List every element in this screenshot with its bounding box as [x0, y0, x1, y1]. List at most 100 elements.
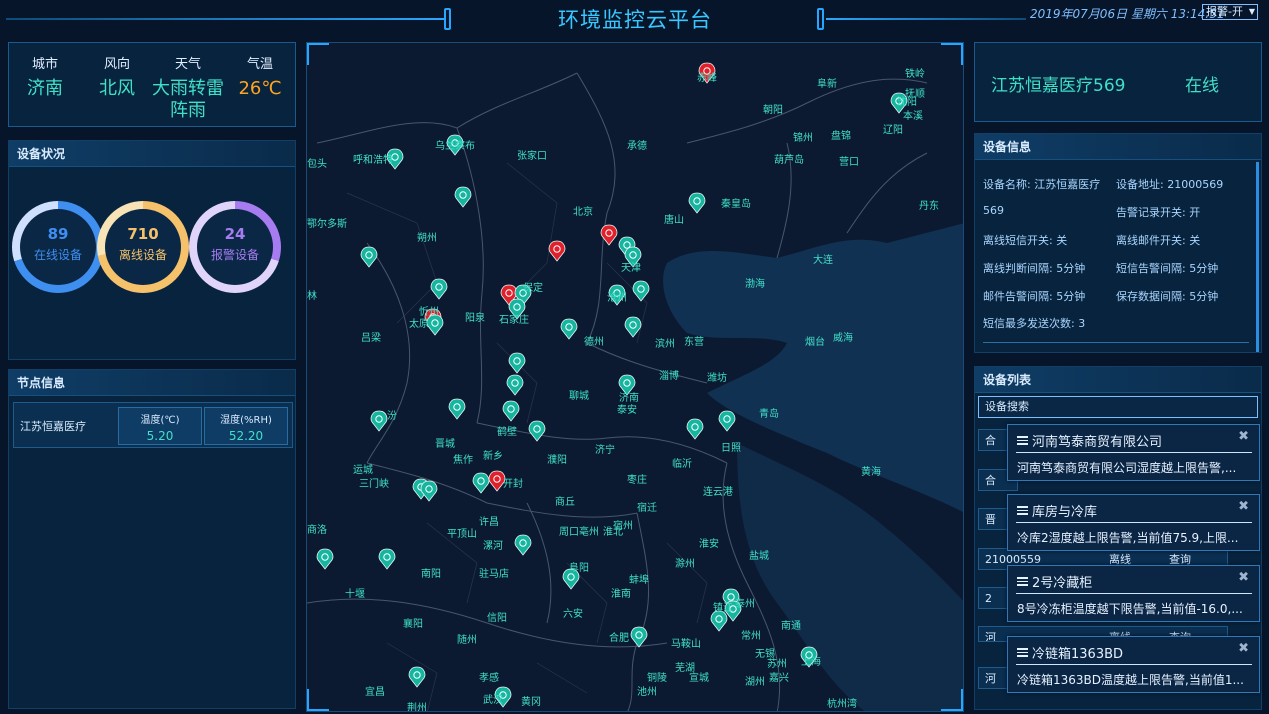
city-label: 商洛 [307, 525, 327, 536]
wind-label: 风向 [103, 57, 130, 72]
city-label: 鄂尔多斯 [307, 219, 347, 230]
device-location-marker-icon[interactable] [430, 278, 448, 300]
city-label: 开封 [503, 479, 523, 490]
header-line-left [6, 18, 446, 20]
device-location-marker-icon[interactable] [624, 316, 642, 338]
device-location-marker-icon[interactable] [560, 318, 578, 340]
alarm-switch-select[interactable]: 报警-开 ▼ [1202, 4, 1258, 20]
device-location-marker-icon[interactable] [360, 246, 378, 268]
city-label: 烟台 [805, 337, 825, 348]
device-location-marker-icon[interactable] [632, 280, 650, 302]
device-state: 在线 [1185, 76, 1219, 96]
alarm-notification[interactable]: 河南笃泰商贸有限公司 ✖ 河南笃泰商贸有限公司湿度越上限告警,... [1007, 424, 1260, 481]
device-location-marker-icon[interactable] [718, 410, 736, 432]
marker-pin [514, 534, 532, 556]
city-label: 宿迁 [637, 503, 657, 514]
notification-title: 2号冷藏柜 [1017, 572, 1092, 591]
city-label: 六安 [563, 609, 583, 620]
info-offline-sms: 离线短信开关: 关 [983, 234, 1068, 247]
online-ring-center: 89 在线设备 [20, 209, 96, 285]
offline-label: 离线设备 [118, 248, 167, 262]
device-location-marker-icon[interactable] [686, 418, 704, 440]
city-label: 滨州 [655, 339, 675, 350]
device-location-marker-icon[interactable] [710, 610, 728, 632]
device-location-marker-icon[interactable] [454, 186, 472, 208]
city-label: 泰安 [617, 405, 637, 416]
node-row[interactable]: 江苏恒嘉医疗 温度(℃) 5.20 湿度(%RH) 52.20 [13, 402, 293, 448]
info-scrollbar[interactable] [1256, 162, 1259, 352]
city-label: 南阳 [421, 569, 441, 580]
online-ring[interactable]: 89 在线设备 [12, 201, 104, 293]
city-label: 朝阳 [763, 105, 783, 116]
city-label: 盐城 [749, 551, 769, 562]
close-icon[interactable]: ✖ [1238, 570, 1249, 585]
device-location-marker-icon[interactable] [420, 480, 438, 502]
city-label: 汾 [387, 411, 397, 422]
header-cap-right [817, 8, 824, 30]
notification-message: 河南笃泰商贸有限公司湿度越上限告警,... [1017, 461, 1237, 475]
device-location-marker-icon[interactable] [316, 548, 334, 570]
device-location-marker-icon[interactable] [508, 352, 526, 374]
device-location-marker-icon[interactable] [506, 374, 524, 396]
node-humidity-value: 52.20 [228, 429, 264, 443]
info-device-name: 设备名称: 江苏恒嘉医疗 [983, 178, 1101, 191]
device-location-marker-icon[interactable] [514, 534, 532, 556]
marker-pin [710, 610, 728, 632]
city-label: 上海 [801, 657, 821, 668]
alarm-notification[interactable]: 冷链箱1363BD ✖ 冷链箱1363BD温度越上限告警,当前值1... [1007, 636, 1260, 693]
city-label: 北京 [573, 207, 593, 218]
city-label: 亳州 [579, 527, 599, 538]
device-name: 江苏恒嘉医疗569 [991, 76, 1126, 96]
map-view[interactable]: 赤峰 阜新 铁岭 抚顺 本溪 沈阳 辽阳 锦州 盘锦 营口 朝阳 葫芦岛 丹东 乌兰察布 呼和浩特 包头 鄂尔多… [306, 42, 964, 712]
city-label: 沈阳 [897, 97, 917, 108]
device-location-marker-icon[interactable] [448, 398, 466, 420]
city-label: 葫芦岛 [774, 155, 804, 166]
notification-message: 8号冷冻柜温度越下限告警,当前值-16.0,... [1017, 602, 1243, 616]
temp-value: 26℃ [238, 78, 282, 99]
marker-pin [688, 192, 706, 214]
city-label: 合肥 [609, 633, 629, 644]
marker-pin [408, 666, 426, 688]
node-temp-label: 温度(℃) [140, 415, 180, 426]
dropdown-arrow-icon: ▼ [1248, 7, 1255, 16]
device-location-marker-icon[interactable] [370, 410, 388, 432]
online-label: 在线设备 [33, 248, 82, 262]
city-label: 嘉兴 [769, 673, 789, 684]
weather-temp: 气温 26℃ [235, 53, 285, 100]
device-search-input[interactable]: 设备搜索 [978, 396, 1258, 418]
notification-divider [1016, 664, 1252, 665]
device-location-marker-icon[interactable] [426, 314, 444, 336]
city-label: 阳泉 [465, 313, 485, 324]
device-location-marker-icon[interactable] [630, 626, 648, 648]
city-label: 辽阳 [883, 125, 903, 136]
panel-title: 设备列表 [975, 367, 1261, 393]
device-location-marker-icon[interactable] [472, 472, 490, 494]
info-alarm-record: 告警记录开关: 开 [1116, 206, 1201, 219]
panel-title: 设备信息 [975, 134, 1261, 160]
device-location-marker-icon[interactable] [502, 400, 520, 422]
alarm-notification[interactable]: 2号冷藏柜 ✖ 8号冷冻柜温度越下限告警,当前值-16.0,... [1007, 565, 1260, 622]
alarm-ring[interactable]: 24 报警设备 [189, 201, 281, 293]
node-name: 江苏恒嘉医疗 [20, 420, 86, 433]
offline-ring[interactable]: 710 离线设备 [97, 201, 189, 293]
close-icon[interactable]: ✖ [1238, 429, 1249, 444]
device-location-marker-icon[interactable] [528, 420, 546, 442]
city-label: 漯河 [483, 541, 503, 552]
device-location-marker-icon[interactable] [688, 192, 706, 214]
alarm-notification[interactable]: 库房与冷库 ✖ 冷库2湿度越上限告警,当前值75.9,上限... [1007, 494, 1260, 551]
info-save-interval: 保存数据间隔: 5分钟 [1116, 290, 1219, 303]
city-label: 南通 [781, 621, 801, 632]
city-label: 营口 [839, 157, 859, 168]
device-row-id: 河 [985, 631, 996, 642]
city-label: 包头 [307, 159, 327, 170]
device-location-marker-icon[interactable] [378, 548, 396, 570]
alarm-location-marker-icon[interactable] [548, 240, 566, 262]
city-label: 盘锦 [831, 131, 851, 142]
city-label: 淮北 [603, 527, 623, 538]
close-icon[interactable]: ✖ [1238, 641, 1249, 656]
close-icon[interactable]: ✖ [1238, 499, 1249, 514]
info-offline-interval: 离线判断间隔: 5分钟 [983, 262, 1086, 275]
marker-pin [448, 398, 466, 420]
city-label: 淮南 [611, 589, 631, 600]
device-location-marker-icon[interactable] [408, 666, 426, 688]
